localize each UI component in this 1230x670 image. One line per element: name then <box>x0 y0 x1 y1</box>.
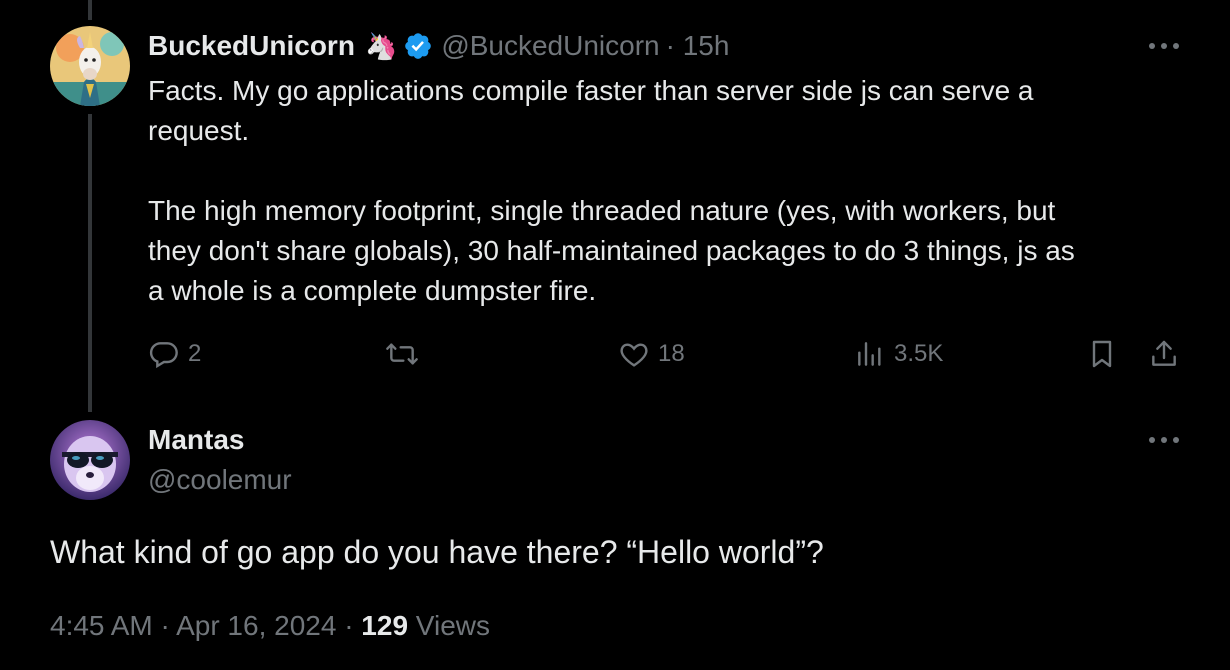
mantas-avatar[interactable] <box>50 420 130 500</box>
author-handle[interactable]: @BuckedUnicorn <box>441 30 659 62</box>
share-button[interactable] <box>1148 336 1180 372</box>
display-name[interactable]: Mantas <box>148 424 244 456</box>
more-icon[interactable] <box>1144 34 1184 58</box>
bookmark-button[interactable] <box>1086 336 1118 372</box>
retweet-icon <box>384 338 420 370</box>
retweet-button[interactable] <box>384 336 420 372</box>
unicorn-emoji: 🦄 <box>364 30 398 61</box>
thread-connector-line <box>88 114 92 412</box>
views-label: Views <box>415 610 490 641</box>
relative-time[interactable]: · 15h <box>666 30 730 62</box>
author-line: BuckedUnicorn 🦄 @BuckedUnicorn · 15h <box>148 30 729 62</box>
reply-count: 2 <box>188 340 202 367</box>
views-button[interactable]: 3.5K <box>854 336 943 372</box>
thread-connector-line <box>88 0 92 20</box>
more-icon[interactable] <box>1144 428 1184 452</box>
buckedunicorn-avatar[interactable] <box>50 26 130 106</box>
views-count: 3.5K <box>894 340 944 367</box>
timestamp[interactable]: 4:45 AM · Apr 16, 2024 · <box>50 610 354 641</box>
tweet-body: Facts. My go applications compile faster… <box>148 75 1075 306</box>
tweet-body: What kind of go app do you have there? “… <box>50 534 824 570</box>
tweet-metadata: 4:45 AM · Apr 16, 2024 · 129 Views <box>50 610 490 642</box>
like-icon <box>618 338 650 370</box>
display-name[interactable]: BuckedUnicorn <box>148 30 355 62</box>
like-button[interactable]: 18 <box>618 336 685 372</box>
views-count: 129 <box>361 610 409 641</box>
analytics-icon <box>854 338 886 370</box>
author-handle[interactable]: @coolemur <box>148 464 292 496</box>
like-count: 18 <box>658 340 685 367</box>
bookmark-icon <box>1086 338 1118 370</box>
share-icon <box>1148 338 1180 370</box>
verified-badge-icon[interactable] <box>403 31 433 61</box>
reply-button[interactable]: 2 <box>148 336 201 372</box>
reply-icon <box>148 338 180 370</box>
